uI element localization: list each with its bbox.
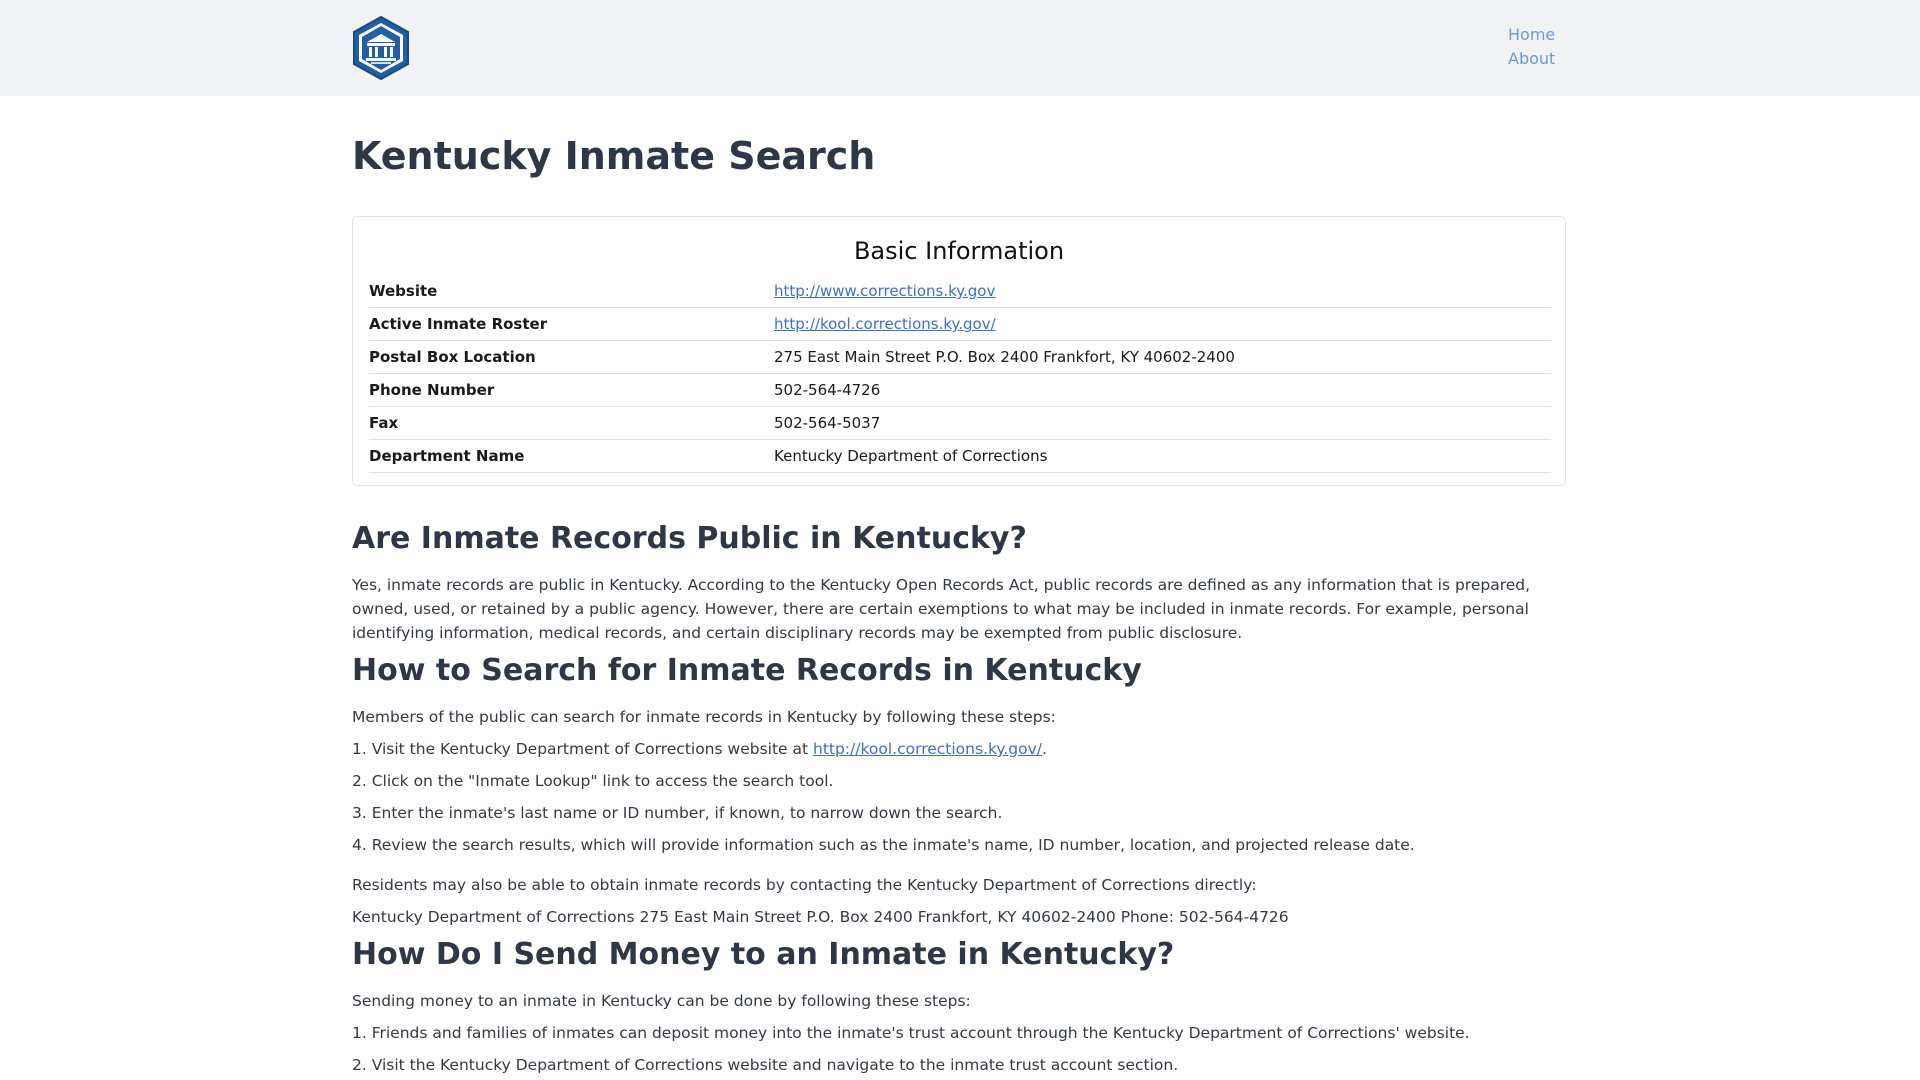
public-records-text: Yes, inmate records are public in Kentuc… bbox=[352, 576, 1531, 642]
search-step-1: 1. Visit the Kentucky Department of Corr… bbox=[352, 737, 1568, 761]
row-value: 502-564-4726 bbox=[774, 373, 1551, 407]
row-value: Kentucky Department of Corrections bbox=[774, 439, 1551, 473]
site-logo[interactable] bbox=[351, 15, 411, 81]
row-label: Website bbox=[369, 275, 774, 308]
basic-info-table: Website http://www.corrections.ky.gov Ac… bbox=[369, 275, 1551, 473]
table-row: Active Inmate Roster http://kool.correct… bbox=[369, 307, 1551, 341]
page-title: Kentucky Inmate Search bbox=[352, 134, 876, 178]
row-value: 502-564-5037 bbox=[774, 406, 1551, 440]
table-row: Postal Box Location 275 East Main Street… bbox=[369, 340, 1551, 374]
search-intro-text: Members of the public can search for inm… bbox=[352, 708, 1056, 726]
row-label: Active Inmate Roster bbox=[369, 307, 774, 341]
money-step-2: 2. Visit the Kentucky Department of Corr… bbox=[352, 1056, 1179, 1074]
step-text: 1. Visit the Kentucky Department of Corr… bbox=[352, 740, 813, 758]
table-row: Website http://www.corrections.ky.gov bbox=[369, 275, 1551, 308]
row-label: Department Name bbox=[369, 439, 774, 473]
public-records-heading: Are Inmate Records Public in Kentucky? bbox=[352, 521, 1027, 556]
website-link[interactable]: http://www.corrections.ky.gov bbox=[774, 282, 995, 300]
basic-info-heading: Basic Information bbox=[853, 237, 1065, 265]
step-text: . bbox=[1042, 740, 1047, 758]
nav-links: Home About bbox=[1508, 25, 1555, 69]
kool-link[interactable]: http://kool.corrections.ky.gov/ bbox=[813, 740, 1042, 758]
row-value: 275 East Main Street P.O. Box 2400 Frank… bbox=[774, 340, 1551, 374]
contact-intro-text: Residents may also be able to obtain inm… bbox=[352, 876, 1257, 894]
search-step-2: 2. Click on the "Inmate Lookup" link to … bbox=[352, 772, 834, 790]
money-step-1: 1. Friends and families of inmates can d… bbox=[352, 1024, 1470, 1042]
basic-info-card: Basic Information Website http://www.cor… bbox=[352, 216, 1566, 486]
contact-address-text: Kentucky Department of Corrections 275 E… bbox=[352, 908, 1289, 926]
roster-link[interactable]: http://kool.corrections.ky.gov/ bbox=[774, 315, 996, 333]
table-row: Department Name Kentucky Department of C… bbox=[369, 439, 1551, 473]
search-step-3: 3. Enter the inmate's last name or ID nu… bbox=[352, 804, 1003, 822]
row-value: http://kool.corrections.ky.gov/ bbox=[774, 307, 1551, 341]
row-label: Postal Box Location bbox=[369, 340, 774, 374]
send-money-heading: How Do I Send Money to an Inmate in Kent… bbox=[352, 937, 1175, 972]
money-intro-text: Sending money to an inmate in Kentucky c… bbox=[352, 992, 971, 1010]
nav-about-link[interactable]: About bbox=[1508, 49, 1555, 69]
nav-home-link[interactable]: Home bbox=[1508, 25, 1555, 45]
top-navbar: Home About bbox=[0, 0, 1920, 96]
table-row: Fax 502-564-5037 bbox=[369, 406, 1551, 440]
row-value: http://www.corrections.ky.gov bbox=[774, 275, 1551, 308]
row-label: Phone Number bbox=[369, 373, 774, 407]
courthouse-logo-icon bbox=[353, 15, 409, 81]
row-label: Fax bbox=[369, 406, 774, 440]
table-row: Phone Number 502-564-4726 bbox=[369, 373, 1551, 407]
search-records-heading: How to Search for Inmate Records in Kent… bbox=[352, 653, 1142, 688]
search-step-4: 4. Review the search results, which will… bbox=[352, 836, 1415, 854]
